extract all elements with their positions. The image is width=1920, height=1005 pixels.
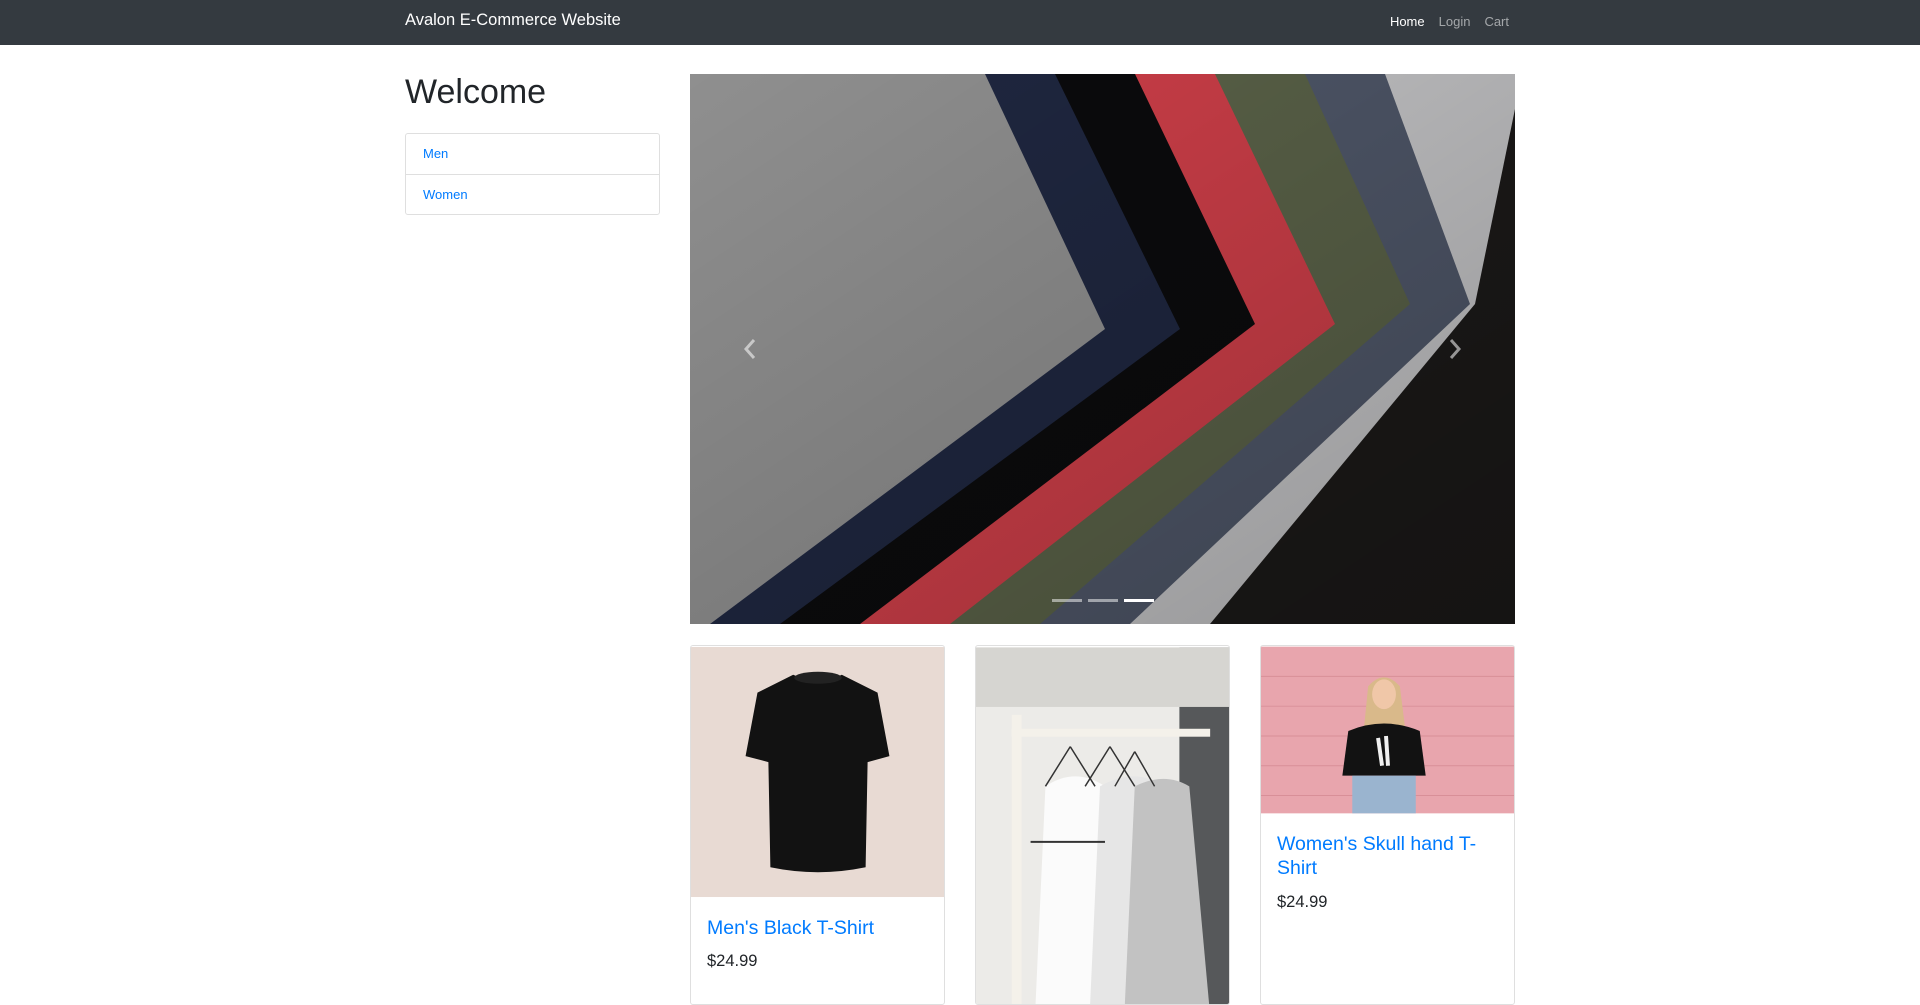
carousel-indicator-2[interactable] [1087,599,1118,602]
navbar: Avalon E-Commerce Website Home Login Car… [0,0,1920,45]
product-price: $24.99 [1277,892,1328,911]
chevron-left-icon [743,339,756,359]
product-image-black-tshirt[interactable] [691,646,944,898]
chevron-right-icon [1449,339,1462,359]
nav-home-link[interactable]: Home [1390,14,1425,29]
category-item-men[interactable]: Men [406,134,659,174]
carousel-indicator-3[interactable] [1123,599,1154,602]
product-title[interactable]: Women's Skull hand T-Shirt [1277,832,1498,881]
nav-login-link[interactable]: Login [1439,14,1471,29]
hero-carousel [690,74,1515,624]
carousel-prev-button[interactable] [690,74,810,624]
product-title[interactable]: Men's Black T-Shirt [707,916,928,940]
nav-cart-link[interactable]: Cart [1484,14,1509,29]
product-image-skull-hand-tshirt[interactable] [1261,646,1514,814]
product-card: Men's Black T-Shirt $24.99 [690,645,945,1005]
carousel-slide-image [690,74,1515,624]
product-price: $24.99 [707,952,758,971]
carousel-next-button[interactable] [1395,74,1515,624]
nav-links: Home Login Cart [1390,14,1509,29]
brand-link[interactable]: Avalon E-Commerce Website [405,11,621,30]
product-card [975,645,1230,1005]
product-card: Women's Skull hand T-Shirt $24.99 [1260,645,1515,1005]
product-image-hanger-tshirts[interactable] [976,646,1229,1005]
category-item-women[interactable]: Women [406,174,659,214]
carousel-indicator-1[interactable] [1051,599,1082,602]
category-list: Men Women [405,133,660,215]
page-title: Welcome [405,73,547,111]
carousel-indicators [690,599,1515,602]
